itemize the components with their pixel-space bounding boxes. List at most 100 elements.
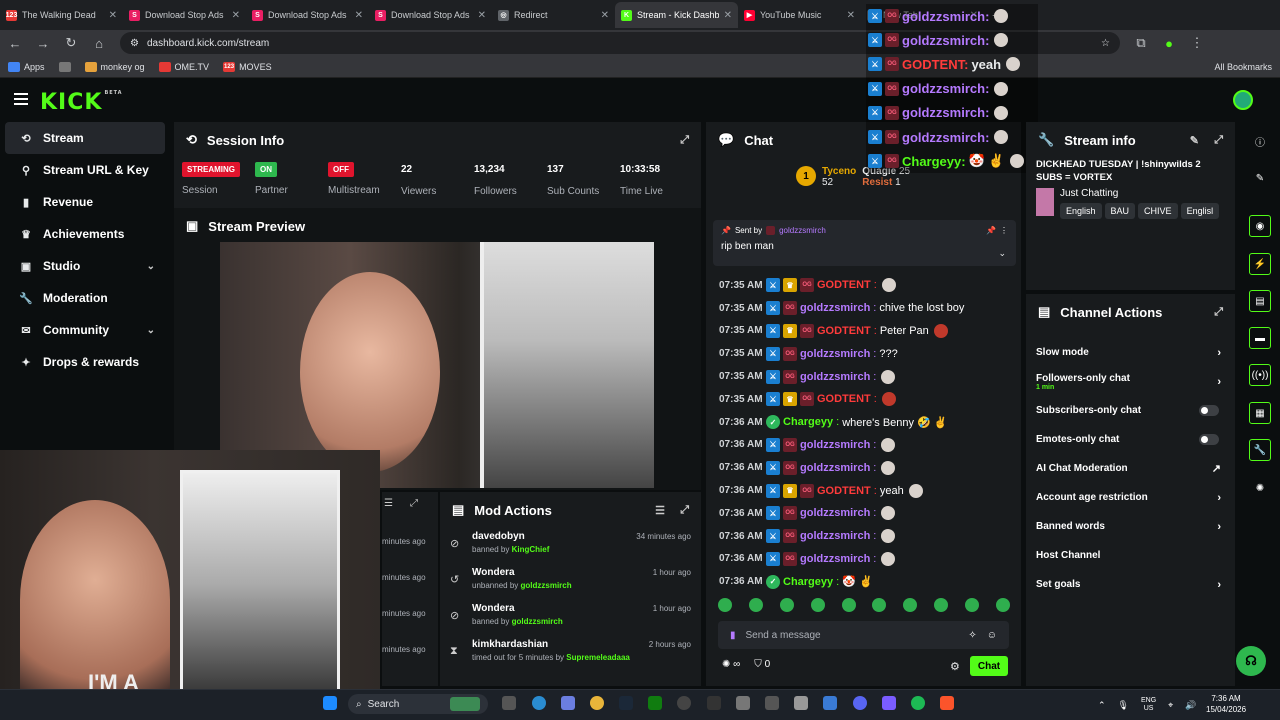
sidebar-item-revenue[interactable]: ▮ Revenue [5, 186, 165, 218]
stream-tag[interactable]: BAU [1104, 203, 1136, 219]
info-icon[interactable]: ⓘ [1249, 130, 1271, 152]
sidebar-item-community[interactable]: ✉ Community ⌄ [5, 314, 165, 346]
chat-username[interactable]: goldzzsmirch [800, 439, 870, 451]
browser-tab[interactable]: ▶ YouTube Music ✕ [738, 2, 861, 28]
tray-chevron-icon[interactable]: ⌃ [1098, 700, 1106, 711]
sidebar-item-stream[interactable]: ⟲ Stream [5, 122, 165, 154]
mod-action-by[interactable]: Supremeleadaaa [566, 653, 630, 662]
gifter-entry[interactable]: Tyceno 52 [822, 166, 856, 188]
edit-icon[interactable]: ✎ [1190, 134, 1199, 147]
chevron-right-icon[interactable]: › [1217, 579, 1221, 591]
chat-bubble-icon[interactable]: ▬ [1249, 327, 1271, 349]
reload-icon[interactable]: ↻ [64, 35, 78, 51]
profile-icon[interactable]: ● [1162, 36, 1176, 51]
popout-icon[interactable]: ⤢ [680, 504, 689, 517]
browser-tab[interactable]: 123 The Walking Dead ✕ [0, 2, 123, 28]
channel-action-ai-chat-moderation[interactable]: AI Chat Moderation ↗ [1026, 454, 1235, 483]
bookmark-monkey[interactable]: monkey og [84, 61, 145, 72]
taskbar-clock[interactable]: 7:36 AM 15/04/2026 [1206, 693, 1246, 715]
unpin-icon[interactable]: 📌 [986, 226, 996, 235]
chat-username[interactable]: goldzzsmirch [800, 553, 870, 565]
chat-message[interactable]: 07:36 AM ⚔ OG goldzzsmirch: [706, 525, 1021, 548]
chat-message[interactable]: 07:36 AM ⚔ OG goldzzsmirch: [706, 434, 1021, 457]
chat-username[interactable]: goldzzsmirch [800, 507, 870, 519]
chat-username[interactable]: GODTENT [817, 485, 871, 497]
ai-icon[interactable]: ✧ [968, 630, 976, 641]
menu-dots-icon[interactable]: ⋮ [1190, 35, 1204, 51]
home-icon[interactable]: ⌂ [92, 36, 106, 51]
toggle-switch[interactable] [1199, 434, 1219, 445]
app-icon[interactable] [823, 696, 837, 710]
chat-username[interactable]: Chargeyy [783, 416, 833, 428]
stream-tag[interactable]: CHIVE [1138, 203, 1178, 219]
chat-settings-icon[interactable]: ⚙ [950, 660, 960, 673]
mod-action-user[interactable]: Wondera [472, 603, 563, 614]
support-chat-icon[interactable]: ☊ [1236, 646, 1266, 676]
document-icon[interactable]: ▤ [1249, 290, 1271, 312]
emote-icon[interactable] [841, 598, 856, 612]
mic-icon[interactable]: 🎙 [1118, 700, 1129, 711]
app-icon[interactable] [561, 696, 575, 710]
emote-icon[interactable] [934, 598, 949, 612]
popout-icon[interactable]: ⤢ [1214, 306, 1223, 319]
chevron-right-icon[interactable]: › [1217, 492, 1221, 504]
bookmark-apps[interactable]: Apps [8, 61, 45, 72]
close-tab-icon[interactable]: ✕ [355, 10, 363, 21]
filter-icon[interactable]: ☰ [384, 498, 393, 509]
steam-icon[interactable] [619, 696, 633, 710]
send-chat-button[interactable]: Chat [970, 656, 1008, 676]
settings-icon[interactable] [736, 696, 750, 710]
epic-games-icon[interactable] [707, 696, 721, 710]
channel-action-emotes-only-chat[interactable]: Emotes-only chat [1026, 425, 1235, 454]
chat-message[interactable]: 07:35 AM ⚔ ♛ OG GODTENT: [706, 274, 1021, 297]
back-icon[interactable]: ← [8, 36, 22, 51]
sidebar-item-drops-rewards[interactable]: ✦ Drops & rewards [5, 346, 165, 378]
chat-message[interactable]: 07:35 AM ⚔ OG goldzzsmirch:??? [706, 342, 1021, 365]
sidebar-item-stream-url-key[interactable]: ⚲ Stream URL & Key [5, 154, 165, 186]
extensions-icon[interactable]: ⧉ [1134, 35, 1148, 51]
taskbar-search[interactable]: ⌕ Search [348, 694, 488, 714]
chat-message[interactable]: 07:35 AM ⚔ OG goldzzsmirch: [706, 365, 1021, 388]
emote-icon[interactable] [872, 598, 887, 612]
bookmark-moves[interactable]: 123 MOVES [223, 61, 272, 72]
popout-icon[interactable]: ⤢ [410, 498, 418, 509]
external-link-icon[interactable]: ↗ [1212, 462, 1221, 475]
sidebar-item-achievements[interactable]: ♛ Achievements [5, 218, 165, 250]
channel-action-subscribers-only-chat[interactable]: Subscribers-only chat [1026, 396, 1235, 425]
popout-icon[interactable]: ⤢ [1214, 134, 1223, 147]
volume-icon[interactable]: 🔊 [1185, 700, 1196, 711]
emote-icon[interactable] [810, 598, 825, 612]
points-icon[interactable]: ✺ ∞ [722, 659, 740, 670]
expand-chevron-icon[interactable]: ⌄ [998, 248, 1006, 259]
stream-tag[interactable]: English [1060, 203, 1102, 219]
language-indicator[interactable]: ENG US [1141, 697, 1156, 713]
channel-action-followers-only-chat[interactable]: Followers-only chat 1 min › [1026, 367, 1235, 396]
chevron-down-icon[interactable]: ⌄ [147, 325, 155, 336]
stream-tag[interactable]: Englisl [1180, 203, 1220, 219]
wrench-icon[interactable]: 🔧 [1249, 439, 1271, 461]
category-name[interactable]: Just Chatting [1060, 188, 1225, 199]
task-view-icon[interactable] [502, 696, 516, 710]
category-thumbnail[interactable] [1036, 188, 1054, 216]
app-icon[interactable] [765, 696, 779, 710]
chat-message[interactable]: 07:35 AM ⚔ ♛ OG GODTENT: Peter Pan [706, 320, 1021, 343]
chat-message[interactable]: 07:35 AM ⚔ OG goldzzsmirch: chive the lost b… [706, 297, 1021, 320]
close-tab-icon[interactable]: ✕ [478, 10, 486, 21]
channel-action-banned-words[interactable]: Banned words › [1026, 512, 1235, 541]
pinned-message[interactable]: 📌 Sent by goldzzsmirch 📌 ⋮ rip ben man ⌄ [713, 220, 1016, 266]
camera-icon[interactable]: ◉ [1249, 215, 1271, 237]
broadcast-icon[interactable]: ((•)) [1249, 364, 1271, 386]
channel-action-slow-mode[interactable]: Slow mode › [1026, 338, 1235, 367]
emote-icon[interactable] [995, 598, 1010, 612]
chat-message[interactable]: 07:36 AM ⚔ OG goldzzsmirch: [706, 548, 1021, 571]
browser-tab[interactable]: S Download Stop Ads ✕ [369, 2, 492, 28]
chat-username[interactable]: goldzzsmirch [800, 462, 870, 474]
chat-message[interactable]: 07:35 AM ⚔ ♛ OG GODTENT: [706, 388, 1021, 411]
more-options-icon[interactable]: ⋮ [1000, 226, 1008, 235]
emote-icon[interactable] [748, 598, 763, 612]
popout-icon[interactable]: ⤢ [680, 134, 689, 147]
channel-action-host-channel[interactable]: Host Channel [1026, 541, 1235, 570]
filter-icon[interactable]: ☰ [655, 504, 665, 517]
sidebar-item-moderation[interactable]: 🔧 Moderation [5, 282, 165, 314]
chat-message[interactable]: 07:36 AM ⚔ ♛ OG GODTENT: yeah [706, 479, 1021, 502]
